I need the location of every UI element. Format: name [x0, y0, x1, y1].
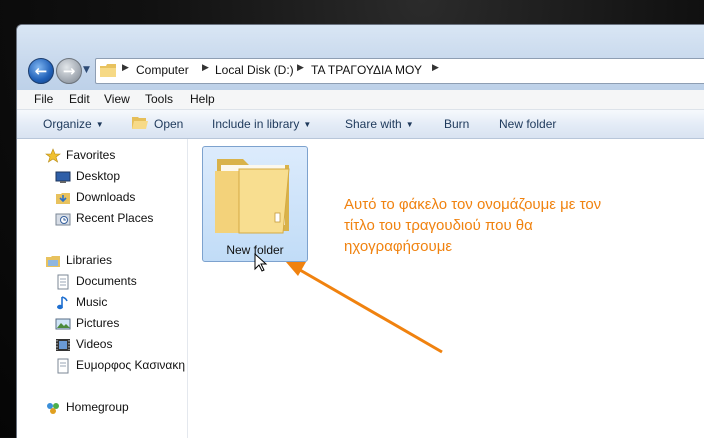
- organize-button[interactable]: Organize ▼: [43, 117, 104, 131]
- annotation-line: ηχογραφήσουμε: [344, 238, 453, 255]
- homegroup-label: Homegroup: [66, 400, 129, 414]
- nav-item-label: Documents: [76, 274, 137, 288]
- breadcrumb-current-folder[interactable]: ΤΑ ΤΡΑΓΟΥΔΙΑ ΜΟΥ: [311, 63, 422, 77]
- videos-icon: [56, 339, 70, 351]
- dropdown-caret-icon: ▼: [405, 120, 414, 129]
- annotation-line: τίτλο του τραγουδιού που θα: [344, 217, 533, 234]
- share-label: Share with: [345, 117, 402, 131]
- back-button[interactable]: ←: [28, 58, 54, 84]
- chevron-right-icon[interactable]: ▶: [202, 63, 209, 73]
- command-bar: Organize ▼ Open Include in library ▼ Share…: [17, 110, 704, 139]
- menu-tools[interactable]: Tools: [145, 92, 173, 106]
- nav-item-label: Videos: [76, 337, 113, 351]
- nav-item-label: Ευμορφος Κασινακη: [76, 358, 186, 372]
- menu-bar: File Edit View Tools Help: [17, 90, 704, 110]
- star-icon: [45, 148, 61, 163]
- menu-view[interactable]: View: [104, 92, 130, 106]
- pictures-icon: [55, 318, 71, 330]
- mouse-cursor-icon: [254, 253, 268, 272]
- include-label: Include in library: [212, 117, 300, 131]
- breadcrumb-local-disk[interactable]: Local Disk (D:): [215, 63, 294, 77]
- chevron-right-icon[interactable]: ▶: [122, 63, 129, 73]
- chevron-right-icon[interactable]: ▶: [297, 63, 304, 73]
- menu-help[interactable]: Help: [190, 92, 215, 106]
- address-bar[interactable]: ▶ Computer ▶ Local Disk (D:) ▶ ΤΑ ΤΡΑΓΟΥ…: [95, 58, 704, 84]
- nav-item-label: Downloads: [76, 190, 136, 204]
- desktop-icon: [55, 171, 71, 183]
- folder-icon: [100, 64, 116, 77]
- burn-button[interactable]: Burn: [444, 117, 469, 131]
- open-folder-icon: [132, 117, 148, 129]
- favorites-label: Favorites: [66, 148, 116, 162]
- downloads-folder-icon: [56, 193, 70, 204]
- nav-item-label: Pictures: [76, 316, 120, 330]
- navigation-pane: Favorites Desktop Downloads Recent Place…: [17, 139, 187, 438]
- back-arrow-icon: ←: [34, 62, 48, 80]
- menu-edit[interactable]: Edit: [69, 92, 90, 106]
- dropdown-caret-icon: ▼: [303, 120, 312, 129]
- nav-item-label: Music: [76, 295, 108, 309]
- include-in-library-button[interactable]: Include in library ▼: [212, 117, 311, 131]
- folder-icon: [215, 159, 290, 234]
- folder-new-folder[interactable]: New folder: [202, 146, 308, 262]
- menu-file[interactable]: File: [34, 92, 53, 106]
- music-note-icon: [57, 296, 68, 310]
- forward-button[interactable]: →: [56, 58, 82, 84]
- new-folder-button[interactable]: New folder: [499, 117, 556, 131]
- recent-places-icon: [55, 213, 71, 226]
- chevron-right-icon[interactable]: ▶: [432, 63, 439, 73]
- forward-arrow-icon: →: [62, 62, 76, 80]
- dropdown-caret-icon: ▼: [95, 120, 104, 129]
- documents-icon: [57, 274, 69, 290]
- breadcrumb-computer[interactable]: Computer: [136, 63, 189, 77]
- library-document-icon: [57, 358, 69, 374]
- nav-item-label: Recent Places: [76, 211, 154, 225]
- nav-item-label: Desktop: [76, 169, 121, 183]
- annotation-line: Αυτό το φάκελο τον ονομάζουμε με τον: [344, 196, 602, 213]
- libraries-icon: [46, 256, 60, 267]
- share-with-button[interactable]: Share with ▼: [345, 117, 414, 131]
- instruction-annotation: Αυτό το φάκελο τον ονομάζουμε με τον τίτ…: [344, 194, 684, 257]
- homegroup-icon: [47, 403, 59, 414]
- organize-label: Organize: [43, 117, 92, 131]
- open-button[interactable]: Open: [154, 117, 183, 131]
- libraries-label: Libraries: [66, 253, 113, 267]
- history-dropdown-icon[interactable]: ▼: [83, 65, 90, 75]
